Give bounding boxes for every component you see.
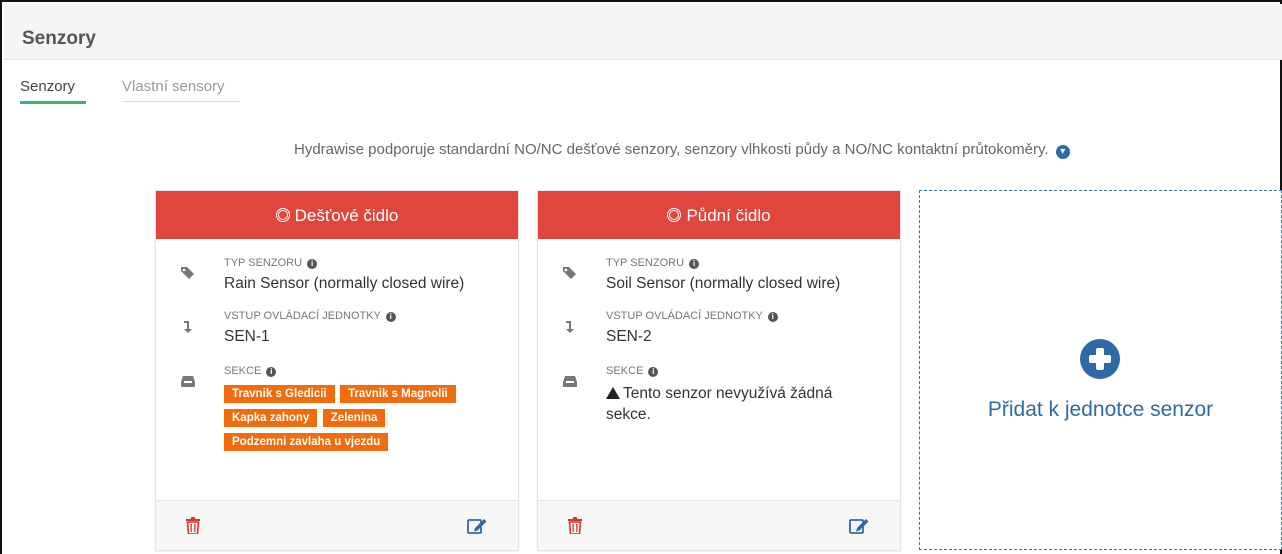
sensor-icon <box>667 208 682 222</box>
zones-label-text: SEKCE <box>224 365 262 377</box>
card-footer <box>156 500 518 550</box>
controller-input-label: VSTUP OVLÁDACÍ JEDNOTKY i <box>224 310 396 322</box>
add-sensor-card[interactable]: Přidat k jednotce senzor <box>919 190 1282 550</box>
trash-icon[interactable] <box>568 517 582 534</box>
sensor-type-value: Rain Sensor (normally closed wire) <box>224 275 465 292</box>
controller-input-value: SEN-1 <box>224 328 270 345</box>
edit-icon[interactable] <box>467 517 488 534</box>
zone-tag[interactable]: Zelenina <box>322 409 386 427</box>
sensor-type-label: TYP SENZORU i <box>224 257 318 269</box>
add-sensor-label[interactable]: Přidat k jednotce senzor <box>920 398 1281 422</box>
card-title: Půdní čidlo <box>686 206 771 225</box>
info-icon[interactable]: i <box>767 312 778 322</box>
info-text: Hydrawise podporuje standardní NO/NC deš… <box>294 141 1070 159</box>
controller-input-label: VSTUP OVLÁDACÍ JEDNOTKY i <box>606 310 778 322</box>
plus-circle-icon[interactable] <box>1080 339 1120 379</box>
zone-tag[interactable]: Kapka zahony <box>224 409 318 427</box>
controller-input-label-text: VSTUP OVLÁDACÍ JEDNOTKY <box>224 310 381 322</box>
info-icon[interactable]: i <box>689 259 700 269</box>
controller-input-value: SEN-2 <box>606 328 652 345</box>
card-title: Dešťové čidlo <box>294 206 399 225</box>
info-icon[interactable]: i <box>385 312 396 322</box>
tab-vlastni-sensory[interactable]: Vlastní sensory <box>122 78 240 102</box>
edit-icon[interactable] <box>849 517 870 534</box>
zones-label: SEKCE i <box>224 365 277 377</box>
card-footer <box>538 500 900 550</box>
zone-tag[interactable]: Travnik s Gledicii <box>224 385 335 403</box>
sensor-card-soil: Půdní čidlo TYP SENZORU i Soil Sensor (n… <box>537 190 901 551</box>
level-down-icon <box>566 321 574 333</box>
info-icon[interactable]: i <box>648 367 659 377</box>
sensor-type-value: Soil Sensor (normally closed wire) <box>606 275 841 292</box>
page-frame: Senzory Senzory Vlastní sensory Hydrawis… <box>0 0 1282 554</box>
zone-tag[interactable]: Travnik s Magnolii <box>340 385 456 403</box>
level-down-icon <box>184 321 192 333</box>
sensor-icon <box>275 208 290 222</box>
zones-label: SEKCE i <box>606 365 659 377</box>
chevron-down-circle-icon[interactable]: ▾ <box>1055 145 1070 159</box>
info-text-label: Hydrawise podporuje standardní NO/NC deš… <box>294 141 1049 158</box>
controller-input-label-text: VSTUP OVLÁDACÍ JEDNOTKY <box>606 310 763 322</box>
inbox-icon <box>181 376 195 387</box>
page-title: Senzory <box>22 28 96 49</box>
sensor-type-label-text: TYP SENZORU <box>606 257 685 269</box>
tab-senzory[interactable]: Senzory <box>20 78 86 104</box>
inbox-icon <box>563 376 577 387</box>
zone-tags: Travnik s Gledicii Travnik s Magnolii Ka… <box>224 384 506 456</box>
card-header: Půdní čidlo <box>538 191 900 239</box>
info-icon[interactable]: i <box>307 259 318 269</box>
card-header: Dešťové čidlo <box>156 191 518 239</box>
zones-label-text: SEKCE <box>606 365 644 377</box>
sensor-card-rain: Dešťové čidlo TYP SENZORU i Rain Sensor … <box>155 190 519 551</box>
zone-tag[interactable]: Podzemni zavlaha u vjezdu <box>224 433 389 451</box>
zones-warning-text: Tento senzor nevyužívá žádná sekce. <box>606 385 833 423</box>
sensor-type-label: TYP SENZORU i <box>606 257 700 269</box>
warning-icon <box>606 387 620 399</box>
page-header: Senzory <box>4 4 1282 60</box>
zones-warning: Tento senzor nevyužívá žádná sekce. <box>606 383 876 425</box>
tags-icon <box>563 267 576 279</box>
tags-icon <box>181 267 194 279</box>
sensor-type-label-text: TYP SENZORU <box>224 257 303 269</box>
info-icon[interactable]: i <box>266 367 277 377</box>
trash-icon[interactable] <box>186 517 200 534</box>
